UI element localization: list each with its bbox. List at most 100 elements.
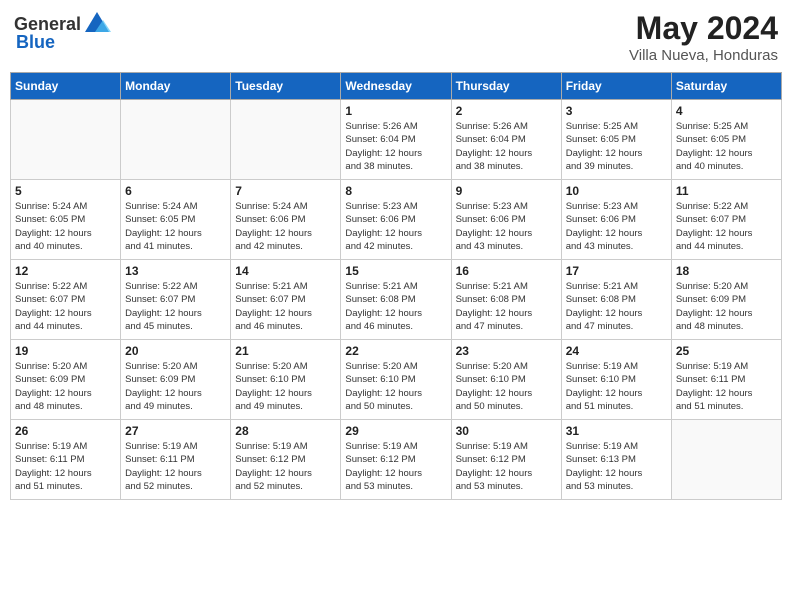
calendar-cell: 20Sunrise: 5:20 AM Sunset: 6:09 PM Dayli… <box>121 340 231 420</box>
calendar-cell: 19 Sunrise: 5:20 AM Sunset: 6:09 PM Dayli… <box>11 340 121 420</box>
day-info: Sunrise: 5:19 AM Sunset: 6:12 PM Dayligh… <box>235 440 336 493</box>
calendar-cell: 6 Sunrise: 5:24 AM Sunset: 6:05 PM Daylig… <box>121 180 231 260</box>
day-info: Sunrise: 5:19 AM Sunset: 6:12 PM Dayligh… <box>345 440 446 493</box>
calendar-cell: 29Sunrise: 5:19 AM Sunset: 6:12 PM Dayli… <box>341 420 451 500</box>
day-info: Sunrise: 5:25 AM Sunset: 6:05 PM Dayligh… <box>676 120 777 173</box>
day-number: 21 <box>235 344 336 358</box>
day-info: Sunrise: 5:19 AM Sunset: 6:11 PM Dayligh… <box>15 440 116 493</box>
calendar-cell <box>231 100 341 180</box>
calendar-cell: 12 Sunrise: 5:22 AM Sunset: 6:07 PM Dayli… <box>11 260 121 340</box>
calendar-cell: 21 Sunrise: 5:20 AM Sunset: 6:10 PM Dayli… <box>231 340 341 420</box>
calendar-week-2: 5 Sunrise: 5:24 AM Sunset: 6:05 PM Daylig… <box>11 180 782 260</box>
day-number: 27 <box>125 424 226 438</box>
day-info: Sunrise: 5:22 AM Sunset: 6:07 PM Dayligh… <box>676 200 777 253</box>
day-info: Sunrise: 5:20 AM Sunset: 6:09 PM Dayligh… <box>15 360 116 413</box>
calendar-cell: 28 Sunrise: 5:19 AM Sunset: 6:12 PM Dayli… <box>231 420 341 500</box>
calendar-cell: 16Sunrise: 5:21 AM Sunset: 6:08 PM Dayli… <box>451 260 561 340</box>
location-subtitle: Villa Nueva, Honduras <box>629 47 778 64</box>
day-number: 24 <box>566 344 667 358</box>
day-number: 28 <box>235 424 336 438</box>
calendar-cell: 4Sunrise: 5:25 AM Sunset: 6:05 PM Daylig… <box>671 100 781 180</box>
logo-icon <box>83 10 111 38</box>
day-number: 17 <box>566 264 667 278</box>
calendar-cell: 9Sunrise: 5:23 AM Sunset: 6:06 PM Daylig… <box>451 180 561 260</box>
weekday-header-sunday: Sunday <box>11 73 121 100</box>
day-info: Sunrise: 5:20 AM Sunset: 6:10 PM Dayligh… <box>456 360 557 413</box>
day-info: Sunrise: 5:21 AM Sunset: 6:08 PM Dayligh… <box>456 280 557 333</box>
day-number: 3 <box>566 104 667 118</box>
day-info: Sunrise: 5:19 AM Sunset: 6:10 PM Dayligh… <box>566 360 667 413</box>
calendar-cell: 24 Sunrise: 5:19 AM Sunset: 6:10 PM Dayli… <box>561 340 671 420</box>
day-info: Sunrise: 5:20 AM Sunset: 6:09 PM Dayligh… <box>676 280 777 333</box>
calendar-cell: 3 Sunrise: 5:25 AM Sunset: 6:05 PM Daylig… <box>561 100 671 180</box>
calendar-week-4: 19 Sunrise: 5:20 AM Sunset: 6:09 PM Dayli… <box>11 340 782 420</box>
day-info: Sunrise: 5:19 AM Sunset: 6:12 PM Dayligh… <box>456 440 557 493</box>
day-number: 7 <box>235 184 336 198</box>
day-number: 15 <box>345 264 446 278</box>
day-info: Sunrise: 5:26 AM Sunset: 6:04 PM Dayligh… <box>345 120 446 173</box>
weekday-header-saturday: Saturday <box>671 73 781 100</box>
day-info: Sunrise: 5:24 AM Sunset: 6:05 PM Dayligh… <box>125 200 226 253</box>
day-number: 12 <box>15 264 116 278</box>
day-number: 14 <box>235 264 336 278</box>
calendar-cell: 5 Sunrise: 5:24 AM Sunset: 6:05 PM Daylig… <box>11 180 121 260</box>
calendar-cell: 26 Sunrise: 5:19 AM Sunset: 6:11 PM Dayli… <box>11 420 121 500</box>
day-number: 18 <box>676 264 777 278</box>
calendar-body: 1 Sunrise: 5:26 AM Sunset: 6:04 PM Daylig… <box>11 100 782 500</box>
day-number: 31 <box>566 424 667 438</box>
calendar-cell <box>11 100 121 180</box>
day-number: 13 <box>125 264 226 278</box>
calendar-week-1: 1 Sunrise: 5:26 AM Sunset: 6:04 PM Daylig… <box>11 100 782 180</box>
calendar-week-3: 12 Sunrise: 5:22 AM Sunset: 6:07 PM Dayli… <box>11 260 782 340</box>
calendar-cell: 25 Sunrise: 5:19 AM Sunset: 6:11 PM Dayli… <box>671 340 781 420</box>
day-info: Sunrise: 5:21 AM Sunset: 6:07 PM Dayligh… <box>235 280 336 333</box>
day-number: 8 <box>345 184 446 198</box>
calendar-cell: 27 Sunrise: 5:19 AM Sunset: 6:11 PM Dayli… <box>121 420 231 500</box>
calendar-cell: 8Sunrise: 5:23 AM Sunset: 6:06 PM Daylig… <box>341 180 451 260</box>
calendar-cell: 11 Sunrise: 5:22 AM Sunset: 6:07 PM Dayli… <box>671 180 781 260</box>
weekday-header-friday: Friday <box>561 73 671 100</box>
day-number: 9 <box>456 184 557 198</box>
day-number: 19 <box>15 344 116 358</box>
calendar-cell <box>671 420 781 500</box>
calendar-cell: 23Sunrise: 5:20 AM Sunset: 6:10 PM Dayli… <box>451 340 561 420</box>
day-number: 26 <box>15 424 116 438</box>
day-info: Sunrise: 5:20 AM Sunset: 6:10 PM Dayligh… <box>345 360 446 413</box>
day-info: Sunrise: 5:24 AM Sunset: 6:05 PM Dayligh… <box>15 200 116 253</box>
calendar-cell: 10Sunrise: 5:23 AM Sunset: 6:06 PM Dayli… <box>561 180 671 260</box>
month-title: May 2024 <box>629 10 778 47</box>
day-info: Sunrise: 5:20 AM Sunset: 6:10 PM Dayligh… <box>235 360 336 413</box>
day-number: 25 <box>676 344 777 358</box>
day-info: Sunrise: 5:19 AM Sunset: 6:13 PM Dayligh… <box>566 440 667 493</box>
day-number: 5 <box>15 184 116 198</box>
day-number: 1 <box>345 104 446 118</box>
calendar-cell: 31 Sunrise: 5:19 AM Sunset: 6:13 PM Dayli… <box>561 420 671 500</box>
weekday-header-monday: Monday <box>121 73 231 100</box>
calendar-week-5: 26 Sunrise: 5:19 AM Sunset: 6:11 PM Dayli… <box>11 420 782 500</box>
calendar-cell: 7 Sunrise: 5:24 AM Sunset: 6:06 PM Daylig… <box>231 180 341 260</box>
weekday-header-row: SundayMondayTuesdayWednesdayThursdayFrid… <box>11 73 782 100</box>
calendar-cell <box>121 100 231 180</box>
calendar-cell: 2 Sunrise: 5:26 AM Sunset: 6:04 PM Daylig… <box>451 100 561 180</box>
page-header: General Blue May 2024 Villa Nueva, Hondu… <box>10 10 782 64</box>
weekday-header-tuesday: Tuesday <box>231 73 341 100</box>
day-number: 20 <box>125 344 226 358</box>
calendar-cell: 13Sunrise: 5:22 AM Sunset: 6:07 PM Dayli… <box>121 260 231 340</box>
day-info: Sunrise: 5:22 AM Sunset: 6:07 PM Dayligh… <box>15 280 116 333</box>
calendar-cell: 22 Sunrise: 5:20 AM Sunset: 6:10 PM Dayli… <box>341 340 451 420</box>
day-info: Sunrise: 5:19 AM Sunset: 6:11 PM Dayligh… <box>676 360 777 413</box>
calendar-cell: 1 Sunrise: 5:26 AM Sunset: 6:04 PM Daylig… <box>341 100 451 180</box>
day-info: Sunrise: 5:26 AM Sunset: 6:04 PM Dayligh… <box>456 120 557 173</box>
calendar-cell: 14 Sunrise: 5:21 AM Sunset: 6:07 PM Dayli… <box>231 260 341 340</box>
day-number: 10 <box>566 184 667 198</box>
day-number: 2 <box>456 104 557 118</box>
day-info: Sunrise: 5:19 AM Sunset: 6:11 PM Dayligh… <box>125 440 226 493</box>
day-info: Sunrise: 5:24 AM Sunset: 6:06 PM Dayligh… <box>235 200 336 253</box>
day-info: Sunrise: 5:25 AM Sunset: 6:05 PM Dayligh… <box>566 120 667 173</box>
calendar-cell: 18 Sunrise: 5:20 AM Sunset: 6:09 PM Dayli… <box>671 260 781 340</box>
day-number: 6 <box>125 184 226 198</box>
day-info: Sunrise: 5:21 AM Sunset: 6:08 PM Dayligh… <box>566 280 667 333</box>
day-number: 11 <box>676 184 777 198</box>
day-number: 22 <box>345 344 446 358</box>
calendar-cell: 17 Sunrise: 5:21 AM Sunset: 6:08 PM Dayli… <box>561 260 671 340</box>
